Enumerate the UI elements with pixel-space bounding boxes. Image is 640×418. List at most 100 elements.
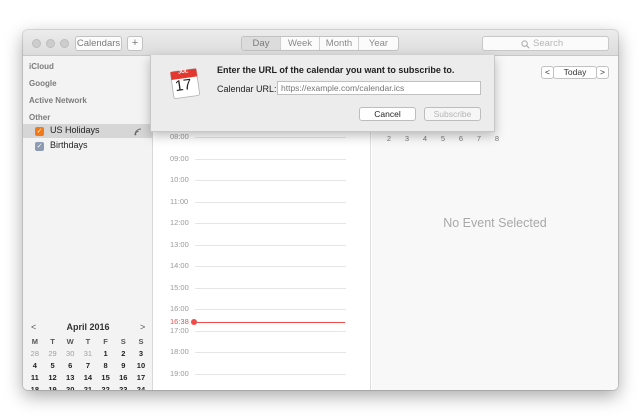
weekday-header: W <box>66 337 74 346</box>
hour-label: 12:00 <box>170 218 189 227</box>
minimize-window-button[interactable] <box>46 39 55 48</box>
cancel-button[interactable]: Cancel <box>359 107 416 121</box>
day-cell[interactable]: 30 <box>61 348 79 360</box>
tab-week[interactable]: Week <box>281 37 320 50</box>
section-active-network: Active Network <box>29 96 87 105</box>
hour-gridline <box>195 352 346 353</box>
hour-gridline <box>195 331 346 332</box>
day-cell[interactable]: 12 <box>44 372 62 384</box>
hour-gridline <box>195 202 346 203</box>
day-cell[interactable]: 3 <box>132 348 150 360</box>
day-cell[interactable]: 10 <box>132 360 150 372</box>
hour-gridline <box>195 245 346 246</box>
day-cell[interactable]: 9 <box>114 360 132 372</box>
today-button[interactable]: Today <box>553 66 597 79</box>
sidebar-item-label: US Holidays <box>50 125 100 135</box>
titlebar: Calendars + Day Week Month Year Search <box>23 30 618 56</box>
hour-row: 10:00 <box>154 175 371 185</box>
subscribe-button[interactable]: Subscribe <box>424 107 481 121</box>
day-cell[interactable]: 28 <box>26 348 44 360</box>
calendar-icon-day: 17 <box>173 75 193 96</box>
current-time-label: 16:38 <box>170 317 191 326</box>
day-cell[interactable]: 31 <box>79 348 97 360</box>
day-cell[interactable]: 21 <box>79 384 97 390</box>
zoom-window-button[interactable] <box>60 39 69 48</box>
hour-gridline <box>195 159 346 160</box>
hour-gridline <box>195 288 346 289</box>
view-switcher: Day Week Month Year <box>241 36 399 51</box>
day-cell[interactable]: 20 <box>61 384 79 390</box>
section-other: Other <box>29 113 51 122</box>
week-strip-day[interactable]: 3 <box>398 134 416 143</box>
calendar-url-input[interactable] <box>277 81 481 95</box>
week-strip-day[interactable]: 6 <box>452 134 470 143</box>
weekday-header: M <box>31 337 38 346</box>
hour-gridline <box>195 137 346 138</box>
week-strip-day[interactable]: 4 <box>416 134 434 143</box>
sidebar-item-birthdays[interactable]: ✓ Birthdays <box>23 139 153 153</box>
mini-month-title: April 2016 <box>66 322 110 332</box>
hour-gridline <box>195 266 346 267</box>
day-cell[interactable]: 14 <box>79 372 97 384</box>
day-cell[interactable]: 11 <box>26 372 44 384</box>
day-cell[interactable]: 29 <box>44 348 62 360</box>
day-cell[interactable]: 16 <box>114 372 132 384</box>
sidebar-item-us-holidays[interactable]: ✓ US Holidays <box>23 124 153 138</box>
hour-row: 17:00 <box>154 326 371 336</box>
hour-label: 17:00 <box>170 326 189 335</box>
day-cell[interactable]: 15 <box>97 372 115 384</box>
weekday-header: F <box>103 337 108 346</box>
day-cell[interactable]: 22 <box>97 384 115 390</box>
week-strip-day[interactable]: 2 <box>380 134 398 143</box>
day-cell[interactable]: 2 <box>114 348 132 360</box>
weekday-header: T <box>50 337 55 346</box>
weekday-header: S <box>138 337 144 346</box>
day-cell[interactable]: 18 <box>26 384 44 390</box>
hour-row: 11:00 <box>154 197 371 207</box>
search-field[interactable]: Search <box>482 36 609 51</box>
week-strip-day[interactable]: 5 <box>434 134 452 143</box>
week-strip-day[interactable]: 7 <box>470 134 488 143</box>
hour-row: 16:00 <box>154 304 371 314</box>
detail-week-strip: 2 3 4 5 6 7 8 <box>380 134 506 143</box>
week-row: 18 19 20 21 22 23 24 <box>26 384 150 390</box>
birthdays-checkbox[interactable]: ✓ <box>35 142 44 151</box>
hour-row: 18:00 <box>154 347 371 357</box>
us-holidays-checkbox[interactable]: ✓ <box>35 127 44 136</box>
mini-next-month-button[interactable]: > <box>140 322 145 332</box>
section-google: Google <box>29 79 57 88</box>
day-cell[interactable]: 13 <box>61 372 79 384</box>
hour-row: 13:00 <box>154 240 371 250</box>
next-day-button[interactable]: > <box>596 66 609 79</box>
calendars-button[interactable]: Calendars <box>75 36 122 51</box>
day-cell[interactable]: 24 <box>132 384 150 390</box>
day-cell[interactable]: 23 <box>114 384 132 390</box>
current-time-dot <box>191 319 197 325</box>
mini-calendar-header: < April 2016 > <box>23 322 153 336</box>
day-cell[interactable]: 5 <box>44 360 62 372</box>
day-cell[interactable]: 6 <box>61 360 79 372</box>
hour-gridline <box>195 309 346 310</box>
calendar-url-label: Calendar URL: <box>217 84 277 94</box>
hour-label: 16:00 <box>170 304 189 313</box>
weekday-header: S <box>120 337 126 346</box>
current-time-line <box>194 322 345 323</box>
hour-gridline <box>195 180 346 181</box>
week-strip-day[interactable]: 8 <box>488 134 506 143</box>
day-cell[interactable]: 17 <box>132 372 150 384</box>
hour-label: 15:00 <box>170 283 189 292</box>
hour-row: 14:00 <box>154 261 371 271</box>
day-cell[interactable]: 19 <box>44 384 62 390</box>
hour-label: 11:00 <box>170 197 189 206</box>
day-cell[interactable]: 4 <box>26 360 44 372</box>
hour-row: 08:00 <box>154 132 371 142</box>
close-window-button[interactable] <box>32 39 41 48</box>
tab-month[interactable]: Month <box>320 37 359 50</box>
subscription-icon <box>134 128 142 136</box>
day-cell[interactable]: 7 <box>79 360 97 372</box>
add-event-button[interactable]: + <box>127 36 143 51</box>
tab-year[interactable]: Year <box>359 37 398 50</box>
day-cell[interactable]: 1 <box>97 348 115 360</box>
day-cell[interactable]: 8 <box>97 360 115 372</box>
tab-day[interactable]: Day <box>242 37 281 50</box>
